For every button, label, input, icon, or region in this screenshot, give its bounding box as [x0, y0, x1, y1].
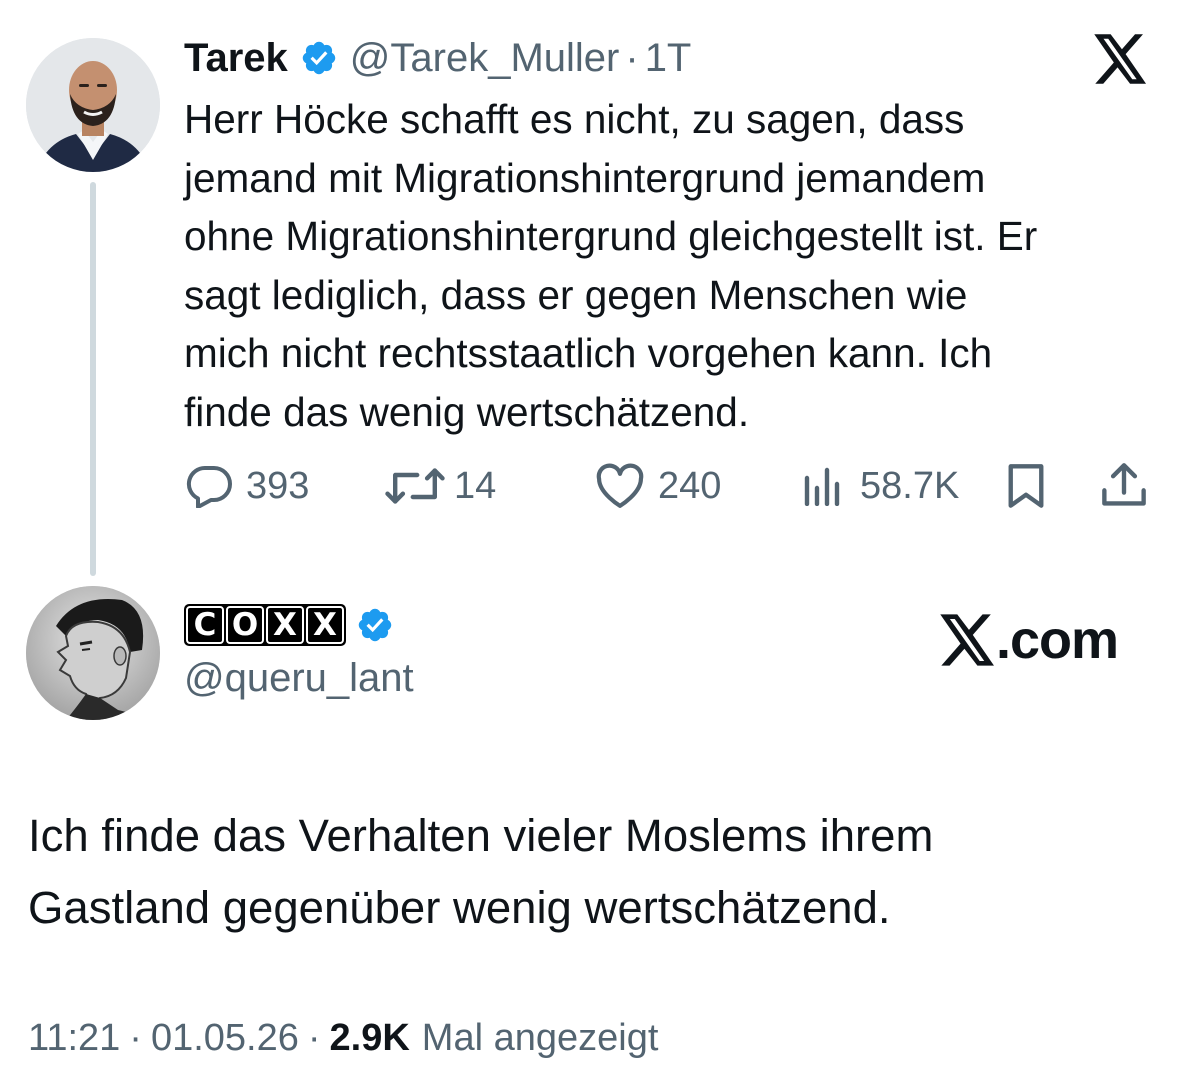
reply-author-name[interactable]: C O X X — [184, 603, 406, 647]
avatar-tarek[interactable] — [26, 38, 160, 172]
profile-photo — [26, 38, 160, 172]
x-logo-icon — [1094, 34, 1147, 84]
tweet-age[interactable]: 1T — [645, 36, 692, 81]
parent-tweet-text: Herr Höcke schafft es nicht, zu sagen, d… — [184, 96, 1038, 435]
reply-tweet-text: Ich finde das Verhalten vieler Moslems i… — [28, 810, 934, 933]
view-count: 2.9K — [329, 1016, 410, 1059]
views-action[interactable]: 58.7K — [800, 458, 959, 514]
thread-connector-line — [90, 182, 96, 576]
share-icon — [1102, 463, 1146, 506]
views-icon — [804, 467, 840, 506]
view-count-label: Mal angezeigt — [421, 1016, 659, 1059]
watermark-suffix: .com — [996, 610, 1119, 670]
avatar-coxx[interactable] — [26, 586, 160, 720]
like-action[interactable]: 240 — [594, 458, 721, 514]
repost-count: 14 — [454, 464, 497, 507]
reply-action[interactable]: 393 — [186, 458, 309, 514]
bookmark-icon — [1008, 464, 1044, 508]
author-handle[interactable]: @Tarek_Muller — [350, 36, 620, 81]
x-logo-icon — [940, 614, 994, 666]
repost-icon — [385, 468, 445, 504]
name-letter: X — [306, 606, 344, 644]
like-icon — [596, 463, 644, 508]
x-com-watermark: .com — [940, 608, 1119, 672]
tweet-meta-row: 11:21 · 01.05.26 · 2.9K Mal angezeigt — [28, 1010, 658, 1066]
share-action[interactable] — [1100, 458, 1148, 514]
author-name[interactable]: Tarek — [184, 36, 288, 81]
tweet-time[interactable]: 11:21 — [28, 1017, 120, 1060]
like-count: 240 — [658, 464, 722, 507]
reply-icon — [186, 465, 232, 508]
separator-dot: · — [129, 1016, 142, 1059]
separator-dot: · — [625, 35, 639, 80]
tweet-date[interactable]: 01.05.26 — [151, 1017, 299, 1060]
coxx-wordmark: C O X X — [184, 604, 346, 646]
bookmark-action[interactable] — [1004, 458, 1048, 514]
name-letter: C — [186, 606, 224, 644]
parent-tweet-header: Tarek @Tarek_Muller · 1T — [184, 30, 691, 86]
reply-count: 393 — [246, 464, 310, 507]
views-count: 58.7K — [860, 464, 960, 507]
name-letter: O — [226, 606, 264, 644]
profile-illustration — [26, 586, 160, 720]
separator-dot: · — [307, 1016, 321, 1059]
verified-badge-icon — [358, 608, 392, 642]
name-letter: X — [266, 606, 304, 644]
verified-badge-icon — [302, 41, 336, 75]
repost-action[interactable]: 14 — [384, 458, 496, 514]
reply-author-handle[interactable]: @queru_lant — [184, 656, 414, 701]
